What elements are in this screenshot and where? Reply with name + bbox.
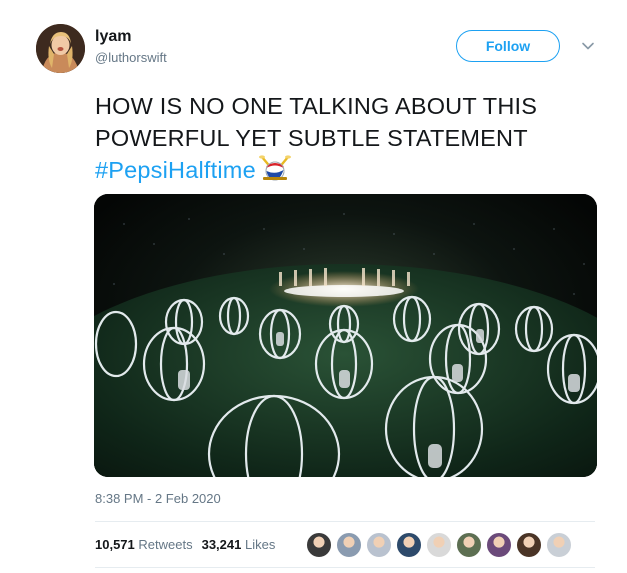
follow-button[interactable]: Follow (456, 30, 560, 62)
likes-label: Likes (244, 537, 276, 552)
tweet-timestamp[interactable]: 8:38 PM - 2 Feb 2020 (95, 491, 221, 506)
retweets-label: Retweets (138, 537, 193, 552)
liker-avatar[interactable] (426, 532, 452, 558)
tweet-text-line-1: HOW IS NO ONE TALKING ABOUT THIS (95, 93, 538, 119)
likes-stat[interactable]: 33,241 Likes (202, 537, 276, 552)
liker-avatar[interactable] (516, 532, 542, 558)
retweets-count: 10,571 (95, 537, 135, 552)
tweet-card: lyam @luthorswift Follow HOW IS NO ONE T… (0, 0, 627, 573)
liker-avatar[interactable] (486, 532, 512, 558)
liker-avatar[interactable] (366, 532, 392, 558)
liker-avatar[interactable] (456, 532, 482, 558)
retweets-stat[interactable]: 10,571 Retweets (95, 537, 193, 552)
tweet-text-line-2: POWERFUL YET SUBTLE STATEMENT (95, 125, 528, 151)
pepsi-drum-emoji-icon (258, 155, 292, 191)
likes-count: 33,241 (201, 537, 242, 552)
divider (95, 567, 595, 568)
tweet-stats: 10,571 Retweets 33,241 Likes (95, 537, 275, 552)
liker-avatar[interactable] (306, 532, 332, 558)
hashtag-link[interactable]: #PepsiHalftime (95, 157, 256, 183)
divider (95, 521, 595, 522)
liker-avatar[interactable] (546, 532, 572, 558)
liker-avatar[interactable] (396, 532, 422, 558)
user-name[interactable]: lyam (95, 28, 131, 46)
tweet-media-image[interactable] (94, 194, 597, 477)
avatar[interactable] (36, 24, 85, 73)
avatar-image (36, 24, 85, 73)
user-handle[interactable]: @luthorswift (95, 50, 167, 65)
chevron-down-icon[interactable] (578, 36, 598, 56)
liker-avatar[interactable] (336, 532, 362, 558)
tweet-text: HOW IS NO ONE TALKING ABOUT THIS POWERFU… (95, 90, 605, 191)
